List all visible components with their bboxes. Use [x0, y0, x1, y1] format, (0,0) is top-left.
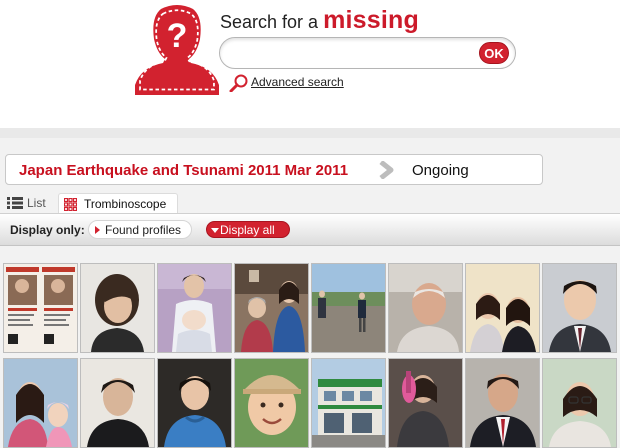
outdoor-people-image — [312, 264, 385, 352]
profile-photo[interactable] — [3, 358, 78, 448]
couple-photo-image — [466, 264, 539, 352]
person-portrait-image — [81, 264, 154, 352]
search-heading-prefix: Search for a — [220, 12, 319, 32]
event-breadcrumb: Japan Earthquake and Tsunami 2011 Mar 20… — [5, 154, 543, 185]
profile-photo[interactable] — [80, 358, 155, 448]
search-heading-highlight: missing — [323, 6, 419, 34]
profile-photo[interactable] — [234, 263, 309, 353]
profile-photo[interactable] — [311, 263, 386, 353]
profile-photo[interactable] — [3, 263, 78, 353]
event-status: Ongoing — [412, 162, 469, 179]
chevron-right-icon — [379, 161, 394, 179]
grid-icon — [64, 198, 77, 211]
profile-photo[interactable] — [80, 263, 155, 353]
profile-photo[interactable] — [311, 358, 386, 448]
tab-list-label: List — [27, 196, 46, 210]
filter-found-profiles-button[interactable]: Found profiles — [88, 220, 192, 239]
event-title[interactable]: Japan Earthquake and Tsunami 2011 Mar 20… — [19, 162, 348, 179]
profile-photo[interactable] — [157, 263, 232, 353]
filter-display-all-label: Display all — [220, 223, 275, 237]
profile-photo[interactable] — [542, 263, 617, 353]
person-with-guitar-image — [389, 359, 462, 447]
person-portrait-image — [81, 359, 154, 447]
search-heading: Search for a missing — [220, 6, 419, 35]
filter-label: Display only: — [10, 223, 85, 237]
search-input[interactable] — [232, 44, 477, 64]
search-box: OK — [219, 37, 516, 69]
person-portrait-image — [543, 359, 616, 447]
profile-photo[interactable] — [388, 358, 463, 448]
person-portrait-image — [389, 264, 462, 352]
main-content: Japan Earthquake and Tsunami 2011 Mar 20… — [0, 138, 620, 448]
mother-and-child-image — [4, 359, 77, 447]
advanced-search-label[interactable]: Advanced search — [251, 75, 344, 89]
profile-photo[interactable] — [157, 358, 232, 448]
missing-flyer-image — [4, 264, 77, 352]
profile-photo[interactable] — [542, 358, 617, 448]
view-tabs: List Trombinoscope — [0, 193, 620, 213]
svg-text:?: ? — [167, 17, 188, 55]
profile-photo[interactable] — [465, 263, 540, 353]
magnifier-icon — [229, 74, 248, 92]
site-header: ? Search for a missing OK Advanced searc… — [0, 0, 620, 128]
profile-photo[interactable] — [388, 263, 463, 353]
person-with-baby-image — [158, 264, 231, 352]
triangle-down-icon — [211, 228, 219, 233]
building-image — [312, 359, 385, 447]
header-divider — [0, 128, 620, 138]
profile-photo[interactable] — [234, 358, 309, 448]
filter-found-profiles-label: Found profiles — [105, 223, 182, 237]
family-group-image — [235, 264, 308, 352]
profile-photo[interactable] — [465, 358, 540, 448]
person-portrait-image — [466, 359, 539, 447]
triangle-right-icon — [95, 226, 100, 234]
missing-person-icon[interactable]: ? — [133, 3, 221, 95]
tab-trombinoscope[interactable]: Trombinoscope — [58, 193, 178, 213]
tab-trombinoscope-label: Trombinoscope — [84, 197, 167, 211]
person-portrait-image — [158, 359, 231, 447]
list-icon — [7, 197, 23, 209]
filter-bar: Display only: Found profiles Display all — [0, 213, 620, 246]
profile-photo-grid — [0, 263, 620, 448]
filter-display-all-button[interactable]: Display all — [206, 221, 290, 238]
child-portrait-image — [235, 359, 308, 447]
person-portrait-image — [543, 264, 616, 352]
search-ok-button[interactable]: OK — [479, 42, 509, 64]
